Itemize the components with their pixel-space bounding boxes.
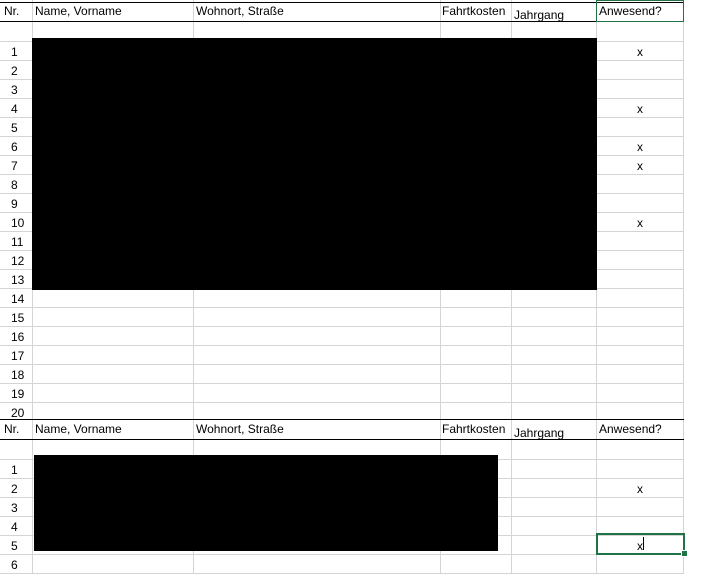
header-wohnort[interactable]: Wohnort, Straße — [196, 420, 284, 439]
header-jahrgang[interactable]: Jahrgang — [514, 6, 564, 25]
header-wohnort[interactable]: Wohnort, Straße — [196, 2, 284, 21]
spreadsheet[interactable]: Nr. Name, Vorname Wohnort, Straße Fahrtk… — [0, 0, 706, 574]
fill-handle[interactable] — [681, 550, 688, 557]
row-number[interactable]: 18 — [11, 364, 24, 383]
header-nr[interactable]: Nr. — [4, 420, 19, 439]
anwesend-mark[interactable]: x — [637, 212, 643, 231]
row-number[interactable]: 8 — [11, 174, 18, 193]
redacted-block — [34, 455, 498, 551]
row-number[interactable]: 7 — [11, 155, 18, 174]
anwesend-mark[interactable]: x — [637, 41, 643, 60]
header-name[interactable]: Name, Vorname — [35, 420, 122, 439]
row-number[interactable]: 19 — [11, 383, 24, 402]
header-nr[interactable]: Nr. — [4, 2, 19, 21]
anwesend-mark[interactable]: x — [637, 98, 643, 117]
row-number[interactable]: 20 — [11, 402, 24, 421]
row-number[interactable]: 11 — [11, 231, 23, 250]
header-name[interactable]: Name, Vorname — [35, 2, 122, 21]
row-number[interactable]: 17 — [11, 345, 24, 364]
anwesend-mark[interactable]: x — [637, 155, 643, 174]
row-number[interactable]: 6 — [11, 554, 18, 573]
header-fahrtkosten[interactable]: Fahrtkosten — [442, 420, 505, 439]
row-number[interactable]: 13 — [11, 269, 24, 288]
row-number[interactable]: 1 — [11, 41, 18, 60]
row-number[interactable]: 5 — [11, 535, 18, 554]
row-number[interactable]: 1 — [11, 459, 18, 478]
row-number[interactable]: 2 — [11, 478, 18, 497]
header-cell-outline — [596, 0, 684, 22]
row-number[interactable]: 5 — [11, 117, 18, 136]
row-number[interactable]: 12 — [11, 250, 24, 269]
header-anwesend[interactable]: Anwesend? — [599, 420, 662, 439]
row-number[interactable]: 4 — [11, 516, 18, 535]
row-number[interactable]: 10 — [11, 212, 24, 231]
anwesend-mark[interactable]: x — [637, 478, 643, 497]
header-jahrgang[interactable]: Jahrgang — [514, 424, 564, 443]
text-cursor — [643, 537, 644, 550]
column-divider — [683, 0, 684, 574]
row-number[interactable]: 2 — [11, 60, 18, 79]
row-number[interactable]: 14 — [11, 288, 24, 307]
row-number[interactable]: 15 — [11, 307, 24, 326]
row-number[interactable]: 3 — [11, 497, 18, 516]
row-number[interactable]: 9 — [11, 193, 18, 212]
redacted-block — [32, 38, 597, 290]
anwesend-mark[interactable]: x — [637, 136, 643, 155]
active-cell-selection[interactable] — [596, 533, 685, 555]
row-number[interactable]: 6 — [11, 136, 18, 155]
row-number[interactable]: 3 — [11, 79, 18, 98]
row-number[interactable]: 16 — [11, 326, 24, 345]
row-number[interactable]: 4 — [11, 98, 18, 117]
header-fahrtkosten[interactable]: Fahrtkosten — [442, 2, 505, 21]
